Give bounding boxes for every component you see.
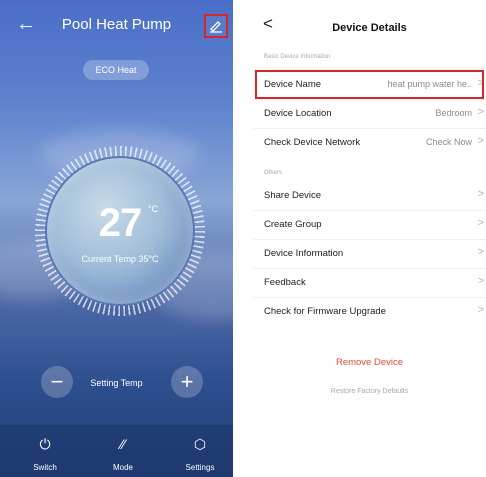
page-title: Device Details xyxy=(332,22,407,34)
decrease-temp-button[interactable]: − xyxy=(41,366,73,398)
nav-switch[interactable]: ⏻ Switch xyxy=(15,425,75,477)
top-bar: ← Pool Heat Pump xyxy=(0,0,233,50)
device-information-row[interactable]: Device Information > xyxy=(253,239,486,269)
row-label: Share Device xyxy=(264,190,322,201)
nav-label: Settings xyxy=(185,463,215,472)
row-label: Feedback xyxy=(264,277,306,288)
chevron-right-icon: > xyxy=(477,304,484,316)
row-label: Check for Firmware Upgrade xyxy=(264,306,386,317)
chevron-right-icon: > xyxy=(477,217,484,229)
bottom-nav: ⏻ Switch ⁄⁄ Mode ⬡ Settings xyxy=(0,425,233,477)
settings-icon: ⬡ xyxy=(193,436,207,452)
row-label: Check Device Network xyxy=(264,137,361,148)
device-location-row[interactable]: Device Location Bedroom > xyxy=(253,99,486,129)
nav-label: Mode xyxy=(112,463,133,472)
temperature-unit: °C xyxy=(148,204,159,214)
section-header-basic: Basic Device Information xyxy=(264,54,331,60)
chevron-right-icon: > xyxy=(477,188,484,200)
pencil-icon xyxy=(210,21,222,33)
row-label: Device Information xyxy=(264,248,344,259)
check-network-row[interactable]: Check Device Network Check Now > xyxy=(253,128,486,157)
share-device-row[interactable]: Share Device > xyxy=(253,181,486,211)
page-title: Pool Heat Pump xyxy=(61,16,172,33)
restore-factory-defaults-button[interactable]: Restore Factory Defaults xyxy=(253,388,486,395)
chevron-right-icon: > xyxy=(477,275,484,287)
remove-device-button[interactable]: Remove Device xyxy=(253,357,486,368)
power-icon: ⏻ xyxy=(39,436,51,452)
setting-temp-label: Setting Temp xyxy=(90,378,143,388)
firmware-upgrade-row[interactable]: Check for Firmware Upgrade > xyxy=(253,297,486,326)
mode-badge: ECO Heat xyxy=(83,60,149,80)
current-temperature: Current Temp 35°C xyxy=(81,254,159,264)
feedback-row[interactable]: Feedback > xyxy=(253,268,486,298)
section-header-others: Others xyxy=(264,170,283,176)
device-details-panel: < Device Details Basic Device Informatio… xyxy=(253,0,486,477)
mode-icon: ⁄⁄ xyxy=(120,436,126,452)
chevron-right-icon: > xyxy=(477,246,484,258)
nav-mode[interactable]: ⁄⁄ Mode xyxy=(93,425,153,477)
nav-label: Switch xyxy=(33,463,57,472)
edit-button[interactable] xyxy=(204,14,228,38)
row-value: Check Now xyxy=(425,137,472,147)
row-label: Create Group xyxy=(264,219,322,230)
heat-pump-control-panel: ← Pool Heat Pump ECO Heat 27 °C Current … xyxy=(0,0,233,477)
create-group-row[interactable]: Create Group > xyxy=(253,210,486,240)
chevron-right-icon: > xyxy=(477,106,484,118)
row-label: Device Location xyxy=(264,108,332,119)
chevron-right-icon: > xyxy=(477,135,484,147)
row-value: Bedroom xyxy=(435,108,472,118)
set-temperature-value: 27 xyxy=(98,201,143,245)
temperature-dial[interactable]: 27 °C Current Temp 35°C xyxy=(35,146,205,316)
nav-settings[interactable]: ⬡ Settings xyxy=(170,425,230,477)
increase-temp-button[interactable]: + xyxy=(171,366,203,398)
device-name-highlight xyxy=(255,70,484,99)
